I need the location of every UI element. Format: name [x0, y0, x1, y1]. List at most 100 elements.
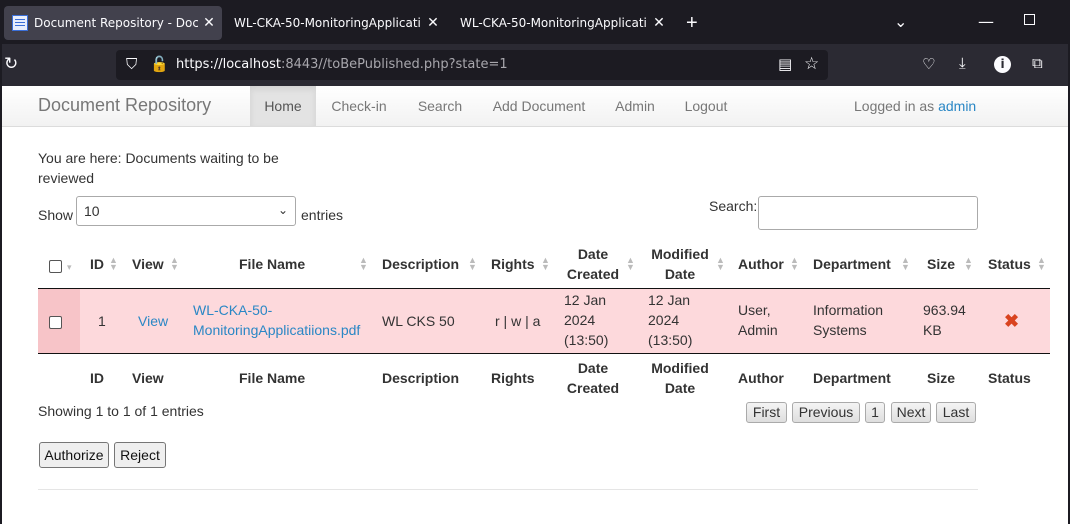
foot-created-line2: Created — [566, 380, 620, 396]
page-1-button[interactable]: 1 — [865, 402, 885, 423]
author-line2: Admin — [738, 322, 778, 338]
brand-title[interactable]: Document Repository — [38, 95, 211, 116]
nav-logout[interactable]: Logout — [670, 86, 742, 126]
sort-icon: ▲ ▼ — [964, 255, 973, 272]
previous-page-button[interactable]: Previous — [792, 402, 860, 423]
entries-label: entries — [301, 207, 344, 223]
tab-monitoring-app-2[interactable]: WL-CKA-50-MonitoringApplicatiion ✕ — [454, 6, 672, 40]
close-tab-icon[interactable]: ✕ — [426, 15, 440, 31]
browser-window: Document Repository - Docum ✕ WL-CKA-50-… — [0, 0, 1070, 524]
shield-icon[interactable]: ⛉ — [126, 55, 137, 73]
foot-modified-line2: Date — [664, 380, 696, 396]
pocket-icon[interactable]: ♡ — [922, 55, 935, 73]
foot-col-status: Status — [988, 370, 1031, 386]
last-page-button[interactable]: Last — [936, 402, 976, 423]
reload-icon[interactable]: ↻ — [4, 54, 18, 74]
col-date-created-line1: Date — [577, 246, 609, 262]
foot-col-size: Size — [927, 370, 956, 386]
foot-modified-line1: Modified — [651, 360, 709, 376]
col-rights[interactable]: Rights — [491, 254, 535, 274]
table-row[interactable] — [38, 289, 1050, 353]
col-date-created[interactable]: Date Created — [564, 244, 622, 284]
foot-col-date-created: Date Created — [564, 358, 622, 398]
chevron-down-icon: ⌄ — [277, 203, 288, 217]
select-all-checkbox[interactable] — [49, 260, 62, 273]
nav-home[interactable]: Home — [250, 86, 316, 126]
tab-list-chevron-icon[interactable]: ⌄ — [894, 12, 907, 31]
reject-button[interactable]: Reject — [114, 442, 166, 468]
url-bar[interactable]: ⛉ 🔓 https://localhost:8443//toBePublishe… — [116, 50, 828, 80]
maximize-icon[interactable] — [1024, 14, 1035, 25]
col-modified-date-line2: Date — [664, 266, 696, 282]
tab-document-repository[interactable]: Document Repository - Docum ✕ — [4, 6, 222, 40]
sort-icon: ▲ ▼ — [109, 255, 118, 272]
tab-label: Document Repository - Docum — [34, 16, 198, 30]
created-year: 2024 — [564, 312, 596, 328]
col-author[interactable]: Author — [738, 254, 784, 274]
nav-check-in[interactable]: Check-in — [316, 86, 402, 126]
table-info: Showing 1 to 1 of 1 entries — [38, 403, 204, 419]
modified-date: 12 Jan — [648, 292, 691, 308]
col-file-name[interactable]: File Name — [239, 254, 305, 274]
extensions-icon[interactable]: ⧉ — [1032, 54, 1043, 72]
tab-monitoring-app-1[interactable]: WL-CKA-50-MonitoringApplicatiion ✕ — [228, 6, 446, 40]
view-link[interactable]: View — [138, 313, 168, 329]
page-content: Document Repository Home Check-in Search… — [2, 86, 1068, 524]
nav-add-document[interactable]: Add Document — [478, 86, 600, 126]
search-label: Search: — [709, 198, 758, 214]
foot-col-rights: Rights — [491, 370, 535, 386]
col-status[interactable]: Status — [988, 254, 1031, 274]
document-favicon-icon — [12, 15, 28, 31]
show-label: Show — [38, 207, 74, 223]
close-tab-icon[interactable]: ✕ — [202, 15, 216, 31]
department-line2: Systems — [813, 322, 867, 338]
file-link[interactable]: WL-CKA-50- MonitoringApplicatiions.pdf — [193, 302, 360, 338]
modified-year: 2024 — [648, 312, 680, 328]
download-icon[interactable]: ⤓ — [959, 54, 966, 72]
info-icon[interactable]: i — [994, 56, 1011, 73]
col-id[interactable]: ID — [90, 254, 104, 274]
cell-date-created: 12 Jan 2024 (13:50) — [564, 290, 608, 350]
footer-divider — [38, 353, 1050, 354]
logged-in-label: Logged in as — [854, 98, 935, 114]
author-line1: User, — [738, 302, 771, 318]
red-x-icon[interactable]: ✖ — [1004, 312, 1019, 330]
app-navbar: Document Repository Home Check-in Search… — [2, 86, 1068, 127]
nav-search[interactable]: Search — [402, 86, 478, 126]
sort-icon: ▲ ▼ — [1037, 255, 1046, 272]
cell-description: WL CKS 50 — [382, 313, 455, 329]
close-tab-icon[interactable]: ✕ — [652, 15, 666, 31]
created-time: (13:50) — [564, 332, 609, 348]
reader-view-icon[interactable]: ▤ — [778, 55, 792, 73]
next-page-button[interactable]: Next — [891, 402, 931, 423]
minimize-icon[interactable]: — — [978, 12, 994, 31]
lock-warning-icon[interactable]: 🔓 — [150, 55, 169, 73]
col-modified-date[interactable]: Modified Date — [648, 244, 712, 284]
col-date-created-line2: Created — [566, 266, 620, 282]
sort-icon: ▲ ▼ — [170, 255, 179, 272]
entries-value: 10 — [84, 203, 100, 219]
bookmark-star-icon[interactable]: ☆ — [804, 54, 819, 74]
foot-col-view: View — [132, 370, 164, 386]
search-input[interactable] — [758, 196, 978, 230]
foot-col-description: Description — [382, 370, 460, 386]
sort-icon: ▲ ▼ — [626, 255, 635, 272]
nav-admin[interactable]: Admin — [600, 86, 670, 126]
address-toolbar: ↻ ⛉ 🔓 https://localhost:8443//toBePublis… — [2, 44, 1068, 86]
first-page-button[interactable]: First — [746, 402, 787, 423]
modified-time: (13:50) — [648, 332, 693, 348]
size-value: 963.94 — [923, 302, 966, 318]
new-tab-icon[interactable]: + — [686, 12, 698, 35]
entries-per-page-select[interactable]: 10 ⌄ — [76, 196, 296, 226]
url-text[interactable]: https://localhost:8443//toBePublished.ph… — [176, 57, 508, 72]
col-department[interactable]: Department — [813, 254, 891, 274]
authorize-button[interactable]: Authorize — [39, 442, 109, 468]
col-size[interactable]: Size — [927, 254, 955, 274]
file-name-line2: MonitoringApplicatiions.pdf — [193, 322, 361, 338]
sort-icon: ▲ ▼ — [790, 255, 799, 272]
foot-col-department: Department — [813, 370, 891, 386]
row-checkbox[interactable] — [49, 316, 62, 329]
col-description[interactable]: Description — [382, 254, 459, 274]
col-view[interactable]: View — [132, 254, 164, 274]
user-link[interactable]: admin — [938, 98, 976, 114]
